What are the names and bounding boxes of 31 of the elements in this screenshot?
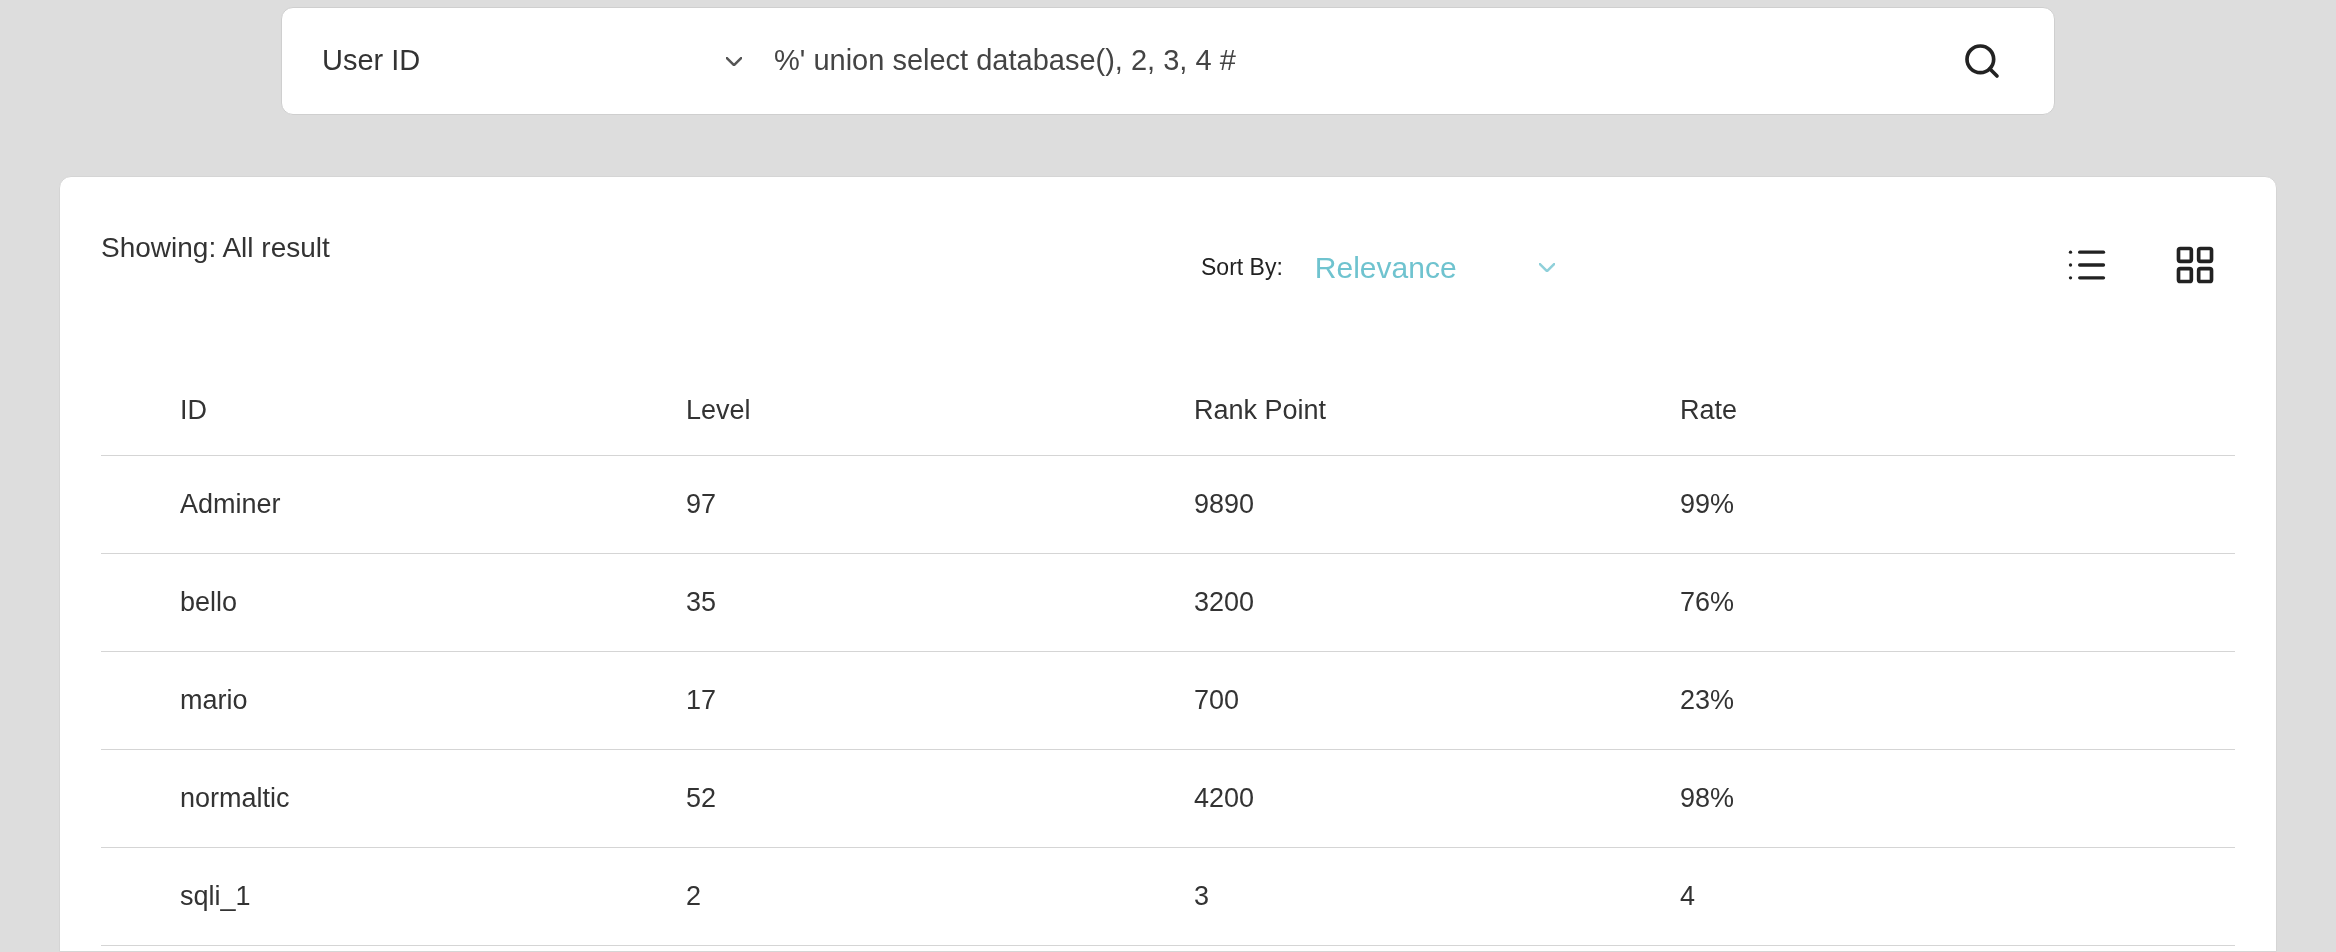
table-cell-text: 4200 <box>1194 782 1256 816</box>
table-cell-text: 98% <box>1680 782 1736 816</box>
table-cell-text: 2 <box>686 880 703 914</box>
table-cell-text: 52 <box>686 782 718 816</box>
table-cell-text: 99% <box>1680 488 1736 522</box>
chevron-down-icon <box>1538 263 1555 272</box>
table-cell-text: 700 <box>1194 684 1241 718</box>
table-cell-text: Adminer <box>180 488 282 522</box>
column-header: ID <box>180 394 208 427</box>
table-cell-text: 35 <box>686 586 718 620</box>
column-header: Rank Point <box>1194 394 1328 427</box>
table-cell-text: bello <box>180 586 239 620</box>
table-cell-text: 3 <box>1194 880 1211 914</box>
search-icon <box>1962 41 2002 81</box>
column-header: Rate <box>1680 394 1739 427</box>
table-cell-text: mario <box>180 684 249 718</box>
table-cell-text: 76% <box>1680 586 1736 620</box>
search-field[interactable]: User ID %' union select database(), 2, 3, 4 # <box>281 7 2055 115</box>
table-cell-text: 23% <box>1680 684 1736 718</box>
table-cell-text: 17 <box>686 684 718 718</box>
table-cell-text: 9890 <box>1194 488 1256 522</box>
column-header: Level <box>686 394 752 427</box>
table-cell-text: 3200 <box>1194 586 1256 620</box>
table-cell-text: sqli_1 <box>180 880 252 914</box>
sort-label: Sort By: <box>1201 253 1283 283</box>
table-cell-text: 97 <box>686 488 718 522</box>
chevron-down-icon <box>726 56 742 66</box>
showing-label: Showing: All result <box>101 231 331 265</box>
table-cell-text: normaltic <box>180 782 291 816</box>
table-cell-text: 4 <box>1680 880 1697 914</box>
category-dropdown[interactable]: User ID <box>322 39 742 83</box>
